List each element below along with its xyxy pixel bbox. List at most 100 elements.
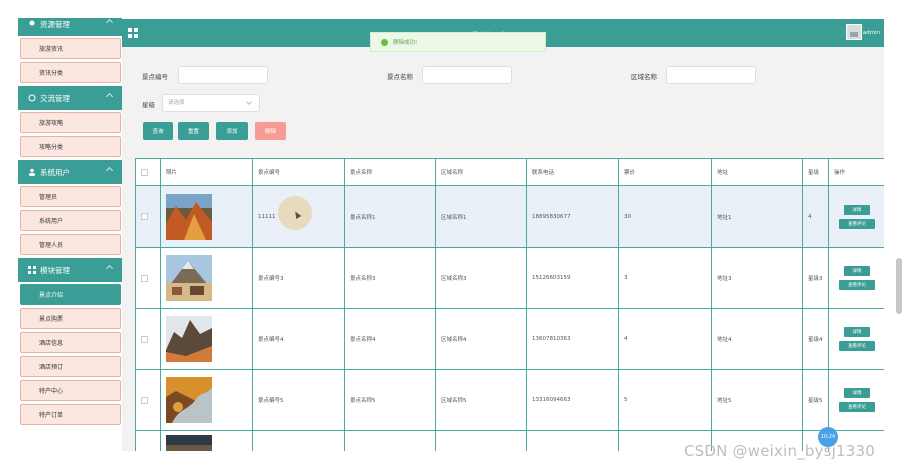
name-cell: 景点名称5 xyxy=(345,370,436,430)
grid-icon xyxy=(28,266,36,274)
detail-button[interactable]: 详情 xyxy=(844,327,870,337)
address-cell: 地址3 xyxy=(712,248,803,308)
delete-button[interactable]: 删除 xyxy=(255,122,286,140)
row-checkbox[interactable] xyxy=(141,213,148,220)
row-select-cell[interactable] xyxy=(136,186,161,247)
row-select-cell[interactable] xyxy=(136,309,161,369)
view-comments-button[interactable]: 查看评论 xyxy=(839,218,875,229)
sidebar-group-resources[interactable]: 资源管理 xyxy=(18,18,122,36)
name-filter-input[interactable] xyxy=(422,66,512,84)
sidebar-item-system-user[interactable]: 系统用户 xyxy=(20,210,121,231)
sidebar-item-news-category[interactable]: 资讯分类 xyxy=(20,62,121,83)
chevron-up-icon xyxy=(105,264,114,273)
region-filter-input[interactable] xyxy=(666,66,756,84)
view-comments-button[interactable]: 查看评论 xyxy=(839,341,875,351)
code-filter-label: 景点编号 xyxy=(142,73,168,81)
address-cell: 地址5 xyxy=(712,370,803,430)
sidebar-group-users[interactable]: 系统用户 xyxy=(18,160,122,184)
region-cell: 区域名称5 xyxy=(436,370,527,430)
reset-button[interactable]: 重置 xyxy=(178,122,209,140)
price-cell: 5 xyxy=(619,370,712,430)
column-header: 地址 xyxy=(712,159,803,185)
sidebar-item-manager[interactable]: 管理人员 xyxy=(20,234,121,255)
toast-message: 删除成功! xyxy=(393,40,418,46)
user-icon xyxy=(28,168,36,176)
table-row[interactable]: 景点编号4 景点名称4 区域名称4 13607810363 4 地址4 星级4 … xyxy=(136,309,884,370)
menu-toggle-icon[interactable] xyxy=(128,28,138,38)
row-checkbox[interactable] xyxy=(141,396,148,404)
avatar[interactable] xyxy=(846,24,862,40)
scenic-photo xyxy=(166,435,212,451)
region-cell: 区域名称4 xyxy=(436,309,527,369)
sidebar-group-label: 交流管理 xyxy=(40,93,70,103)
watermark: CSDN @weixin_bysj1330 xyxy=(684,442,876,460)
scenic-table: 照片 景点编号 景点名称 区域名称 联系电话 票价 地址 星级 操作 11111… xyxy=(135,158,884,451)
sidebar-item-travel-news[interactable]: 旅游资讯 xyxy=(20,38,121,59)
detail-button[interactable]: 详情 xyxy=(844,388,870,398)
sidebar-item-ticket[interactable]: 景点购票 xyxy=(20,308,121,329)
photo-cell xyxy=(161,248,253,308)
row-select-cell[interactable] xyxy=(136,248,161,308)
code-cell: 景点编号3 xyxy=(253,248,345,308)
app-window: 资源管理 旅游资讯 资讯分类 交流管理 旅游攻略 攻略分类 系统用户 管理员 系… xyxy=(0,0,915,472)
region-filter-label: 区域名称 xyxy=(631,73,657,81)
sidebar-group-label: 系统用户 xyxy=(40,167,70,177)
level-select[interactable]: 请选择 xyxy=(162,94,260,112)
table-row[interactable]: 景点编号3 景点名称3 区域名称3 15126603159 3 地址3 星级3 … xyxy=(136,248,884,309)
row-checkbox[interactable] xyxy=(141,274,148,282)
code-cell xyxy=(253,431,345,451)
photo-cell xyxy=(161,370,253,430)
table-header-row: 照片 景点编号 景点名称 区域名称 联系电话 票价 地址 星级 操作 xyxy=(136,159,884,186)
table-row[interactable]: 11111 景点名称1 区域名称1 18895830677 30 地址1 4 详… xyxy=(136,186,884,248)
row-select-cell[interactable] xyxy=(136,370,161,430)
photo-cell xyxy=(161,431,253,451)
column-header: 景点编号 xyxy=(253,159,345,185)
sidebar-item-travel-guide[interactable]: 旅游攻略 xyxy=(20,112,121,133)
sidebar-item-scenic-intro[interactable]: 景点介绍 xyxy=(20,284,121,305)
sidebar-group-modules[interactable]: 模块管理 xyxy=(18,258,122,282)
row-checkbox[interactable] xyxy=(141,335,148,343)
location-icon xyxy=(28,20,36,28)
select-all-cell[interactable] xyxy=(136,159,161,185)
phone-cell: 18895830677 xyxy=(527,186,619,247)
select-all-checkbox[interactable] xyxy=(141,168,148,176)
sidebar-item-admin[interactable]: 管理员 xyxy=(20,186,121,207)
chat-icon xyxy=(28,94,36,102)
address-cell: 地址1 xyxy=(712,186,803,247)
chevron-down-icon xyxy=(246,99,252,105)
column-header: 联系电话 xyxy=(527,159,619,185)
view-comments-button[interactable]: 查看评论 xyxy=(839,280,875,290)
sidebar-item-hotel-info[interactable]: 酒店信息 xyxy=(20,332,121,353)
success-toast: 删除成功! xyxy=(370,32,546,52)
actions-cell: 详情 查看评论 xyxy=(829,248,884,308)
actions-cell: 详情 查看评论 xyxy=(829,186,884,247)
sidebar-item-specialty[interactable]: 特产中心 xyxy=(20,380,121,401)
sidebar-item-specialty-order[interactable]: 特产订单 xyxy=(20,404,121,425)
sidebar-item-guide-category[interactable]: 攻略分类 xyxy=(20,136,121,157)
add-button[interactable]: 添加 xyxy=(216,122,248,140)
code-cell: 景点编号4 xyxy=(253,309,345,369)
column-header: 照片 xyxy=(161,159,253,185)
vertical-scrollbar[interactable] xyxy=(896,258,902,314)
detail-button[interactable]: 详情 xyxy=(844,204,870,215)
row-select-cell[interactable] xyxy=(136,431,161,451)
sidebar-group-label: 模块管理 xyxy=(40,265,70,275)
table-row[interactable]: 景点编号5 景点名称5 区域名称5 13316094663 5 地址5 星级5 … xyxy=(136,370,884,431)
phone-cell xyxy=(527,431,619,451)
actions-cell: 详情 查看评论 xyxy=(829,309,884,369)
sidebar-item-hotel-booking[interactable]: 酒店预订 xyxy=(20,356,121,377)
scenic-photo xyxy=(166,377,212,423)
view-comments-button[interactable]: 查看评论 xyxy=(839,402,875,412)
phone-cell: 15126603159 xyxy=(527,248,619,308)
sidebar-group-exchange[interactable]: 交流管理 xyxy=(18,86,122,110)
region-cell xyxy=(436,431,527,451)
photo-cell xyxy=(161,309,253,369)
name-cell: 景点名称3 xyxy=(345,248,436,308)
phone-cell: 13316094663 xyxy=(527,370,619,430)
detail-button[interactable]: 详情 xyxy=(844,266,870,276)
username[interactable]: admin xyxy=(863,30,880,36)
code-filter-input[interactable] xyxy=(178,66,268,84)
level-cell: 4 xyxy=(803,186,829,247)
query-button[interactable]: 查询 xyxy=(143,122,173,140)
check-circle-icon xyxy=(381,38,388,46)
